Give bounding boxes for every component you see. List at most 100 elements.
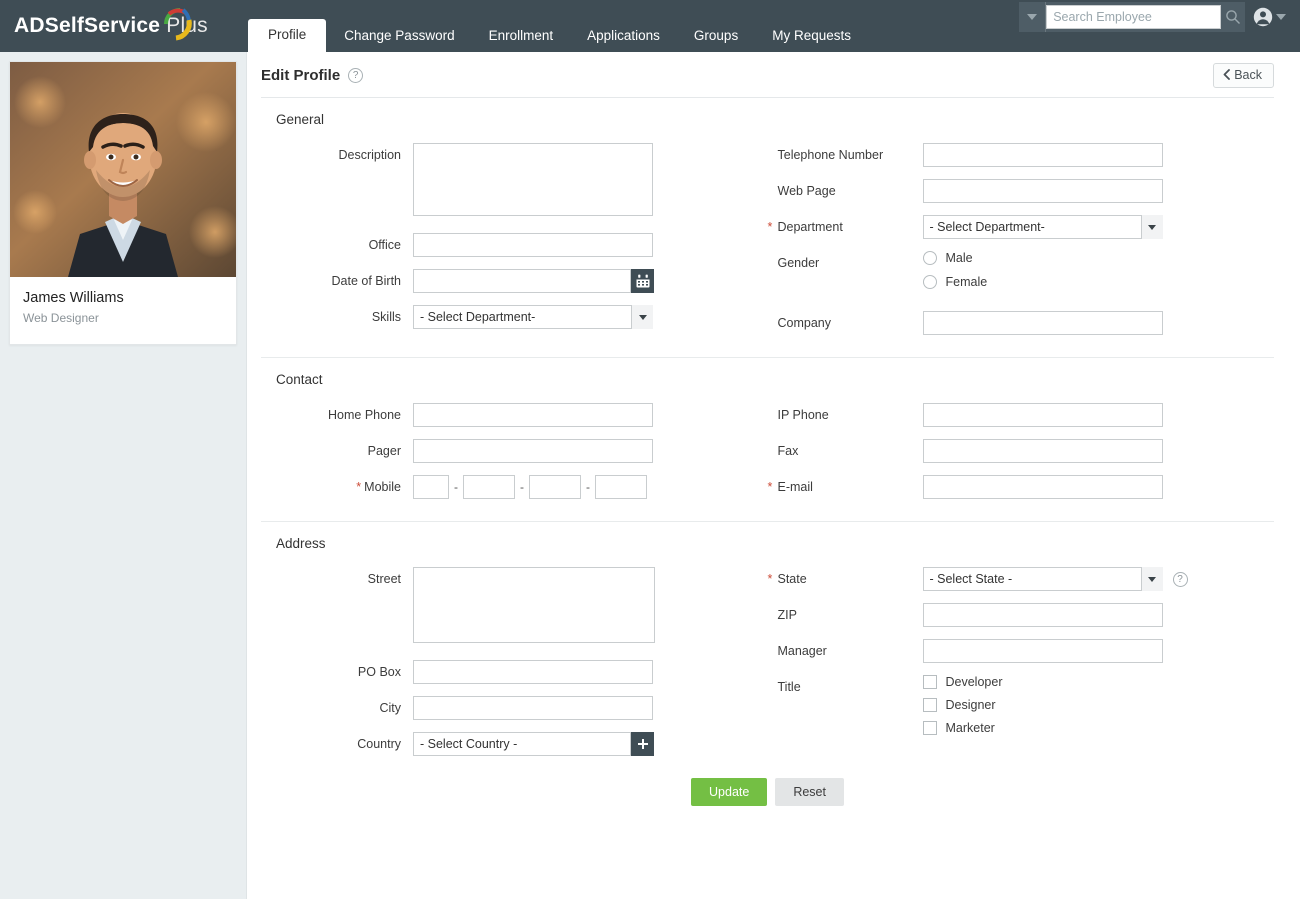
date-of-birth-input[interactable] [413, 269, 631, 293]
zip-input[interactable] [922, 603, 1163, 627]
field-office-control [413, 233, 653, 257]
state-row: - Select State - ? [922, 567, 1188, 591]
label-mobile: * Mobile [261, 475, 413, 494]
title-option-marketer[interactable]: Marketer [922, 721, 1003, 735]
email-input[interactable] [922, 475, 1163, 499]
checkbox-designer-label: Designer [945, 698, 996, 712]
title-option-designer[interactable]: Designer [922, 698, 1003, 712]
label-mobile-text: Mobile [364, 480, 401, 494]
home-phone-input[interactable] [413, 403, 653, 427]
user-menu[interactable] [1253, 7, 1286, 27]
office-input[interactable] [413, 233, 653, 257]
field-home-phone-control [413, 403, 653, 427]
label-po-box: PO Box [357, 665, 401, 679]
field-web-page-control [922, 179, 1163, 203]
telephone-number-input[interactable] [922, 143, 1163, 167]
address-left-column: Street PO Box City Country - Select Coun… [261, 567, 768, 756]
field-manager: Manager [768, 639, 1275, 663]
tab-applications[interactable]: Applications [571, 21, 676, 52]
section-general: General Description Office Date of Birth… [261, 98, 1274, 358]
profile-card: James Williams Web Designer [9, 61, 237, 345]
page-title: Edit Profile [261, 66, 341, 84]
user-menu-caret-down-icon [1276, 14, 1286, 20]
question-mark-icon[interactable]: ? [348, 67, 364, 83]
label-email-text: E-mail [777, 480, 813, 494]
country-input[interactable] [413, 732, 631, 756]
tab-groups[interactable]: Groups [678, 21, 754, 52]
back-button[interactable]: Back [1213, 62, 1274, 88]
page-title-wrap: Edit Profile ? [261, 66, 364, 84]
field-skills-control: - Select Department- [413, 305, 653, 329]
tab-enrollment[interactable]: Enrollment [473, 21, 570, 52]
field-state-control: - Select State - ? [922, 567, 1188, 591]
chevron-left-icon [1223, 69, 1231, 80]
tab-change-password[interactable]: Change Password [328, 21, 470, 52]
label-company: Company [777, 316, 832, 330]
search-button[interactable] [1221, 9, 1245, 25]
state-question-mark-icon[interactable]: ? [1172, 571, 1188, 587]
radio-male[interactable] [922, 251, 937, 265]
label-description: Description [338, 148, 401, 162]
field-ip-phone: IP Phone [768, 403, 1275, 427]
employee-photo-icon [10, 62, 236, 277]
field-skills: Skills - Select Department- [261, 305, 768, 329]
label-date-of-birth: Date of Birth [331, 274, 401, 288]
mobile-separator-3: - [586, 480, 590, 494]
ip-phone-input[interactable] [922, 403, 1163, 427]
checkbox-designer[interactable] [922, 698, 937, 712]
company-input [922, 311, 1163, 335]
mobile-part-1-input[interactable] [413, 475, 449, 499]
state-select[interactable]: - Select State - [922, 567, 1163, 591]
mobile-parts: - - - [413, 475, 647, 499]
radio-female[interactable] [922, 275, 937, 289]
general-left-column: Description Office Date of Birth Skills … [261, 143, 768, 335]
skills-select-wrap: - Select Department- [413, 305, 653, 329]
address-right-column: * State - Select State - ? ZIP Manager T… [768, 567, 1275, 756]
web-page-input[interactable] [922, 179, 1163, 203]
field-mobile-control: - - - [413, 475, 647, 499]
label-web-page: Web Page [777, 184, 836, 198]
mobile-part-2-input[interactable] [463, 475, 515, 499]
label-skills: Skills [371, 310, 401, 324]
label-office: Office [368, 238, 401, 252]
section-contact-title: Contact [276, 372, 323, 387]
gender-option-male[interactable]: Male [922, 251, 988, 265]
po-box-input[interactable] [413, 660, 653, 684]
field-city-control [413, 696, 653, 720]
field-gender-control: Male Female [922, 251, 988, 299]
pager-input[interactable] [413, 439, 653, 463]
skills-select[interactable]: - Select Department- [413, 305, 653, 329]
gender-option-female[interactable]: Female [922, 275, 988, 289]
search-input[interactable] [1046, 5, 1222, 29]
mobile-part-3-input[interactable] [529, 475, 581, 499]
search-scope-dropdown[interactable] [1019, 2, 1047, 32]
reset-button[interactable]: Reset [775, 778, 844, 806]
field-company-control [922, 311, 1163, 335]
add-country-button[interactable] [631, 732, 654, 756]
date-of-birth-wrap [413, 269, 654, 293]
field-title-control: Developer Designer Marketer [922, 675, 1003, 744]
checkbox-developer[interactable] [922, 675, 937, 689]
fax-input[interactable] [922, 439, 1163, 463]
mobile-part-4-input[interactable] [595, 475, 647, 499]
update-button[interactable]: Update [691, 778, 768, 806]
title-option-developer[interactable]: Developer [922, 675, 1002, 689]
app-logo[interactable]: ADSelfService Plus [0, 0, 248, 52]
field-department: * Department - Select Department- [768, 215, 1275, 239]
required-marker: * [767, 220, 773, 234]
field-ip-phone-control [922, 403, 1163, 427]
sidebar: James Williams Web Designer [0, 52, 247, 899]
tab-my-requests[interactable]: My Requests [756, 21, 867, 52]
department-select[interactable]: - Select Department- [922, 215, 1163, 239]
checkbox-marketer[interactable] [922, 721, 937, 735]
profile-name: James Williams [23, 290, 124, 306]
city-input[interactable] [413, 696, 653, 720]
radio-female-label: Female [945, 275, 988, 289]
tab-profile[interactable]: Profile [248, 19, 327, 52]
checkbox-marketer-label: Marketer [945, 721, 995, 735]
description-textarea[interactable] [413, 143, 653, 216]
street-textarea[interactable] [413, 567, 655, 643]
label-state: * State [768, 567, 923, 586]
calendar-icon [636, 274, 649, 288]
date-picker-button[interactable] [631, 269, 654, 293]
